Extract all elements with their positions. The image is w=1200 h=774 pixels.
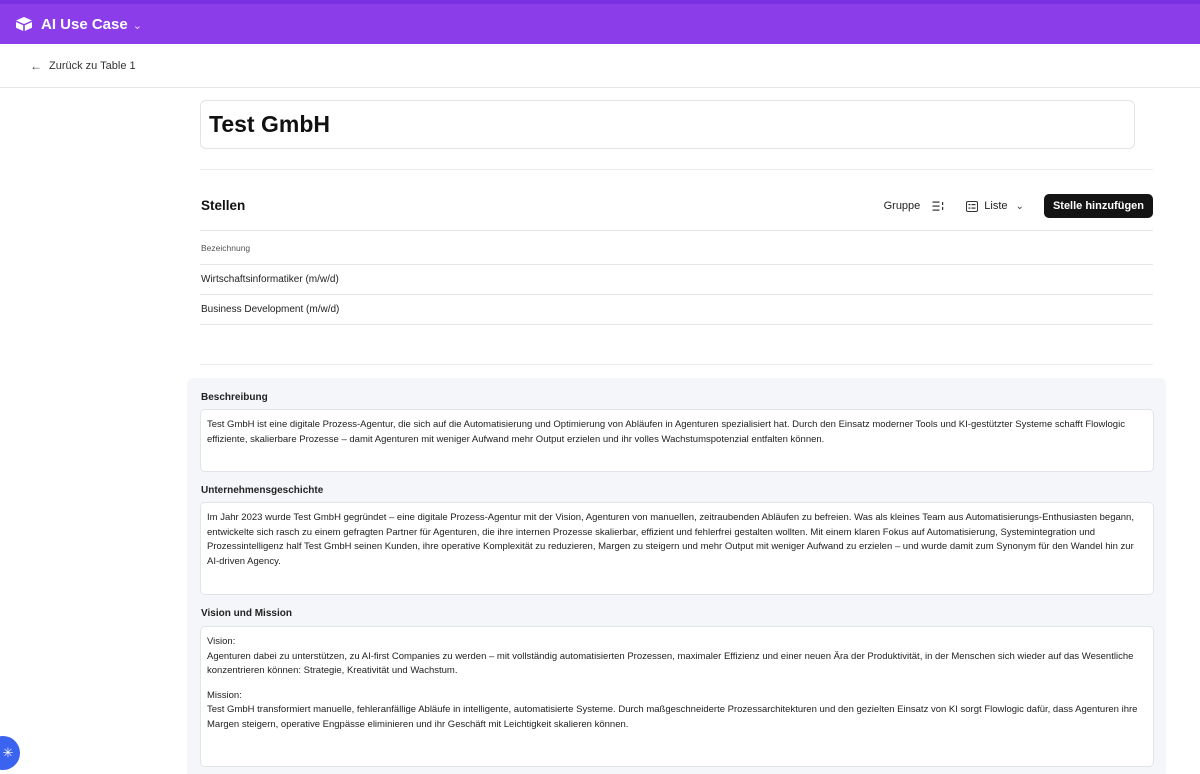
table-row[interactable]: Business Development (m/w/d) xyxy=(200,295,1153,325)
back-link-label: Zurück zu Table 1 xyxy=(49,59,136,72)
table-row[interactable]: Wirtschaftsinformatiker (m/w/d) xyxy=(200,265,1153,295)
vision-text: Agenturen dabei zu unterstützen, zu AI-f… xyxy=(207,650,1134,677)
sparkle-icon: ✳ xyxy=(2,745,14,760)
beschreibung-text: Test GmbH ist eine digitale Prozess-Agen… xyxy=(207,419,1125,445)
column-header-bezeichnung[interactable]: Bezeichnung xyxy=(200,230,1153,265)
unternehmensgeschichte-text: Im Jahr 2023 wurde Test GmbH gegründet –… xyxy=(207,512,1134,567)
subheader: ← Zurück zu Table 1 xyxy=(0,44,1200,88)
divider xyxy=(200,169,1153,170)
record-title-field[interactable]: Test GmbH xyxy=(200,100,1135,149)
view-selector[interactable]: Liste ⌄ xyxy=(966,200,1024,212)
record-title: Test GmbH xyxy=(209,111,330,137)
app-header: AI Use Case ⌄ xyxy=(0,0,1200,44)
vision-heading: Vision: xyxy=(207,636,236,647)
stellen-table: Bezeichnung Wirtschaftsinformatiker (m/w… xyxy=(200,230,1153,325)
beschreibung-field[interactable]: Test GmbH ist eine digitale Prozess-Agen… xyxy=(200,409,1154,472)
mission-text: Test GmbH transformiert manuelle, fehler… xyxy=(207,704,1138,730)
chevron-down-icon: ⌄ xyxy=(1015,200,1024,212)
divider xyxy=(200,364,1153,365)
unternehmensgeschichte-field[interactable]: Im Jahr 2023 wurde Test GmbH gegründet –… xyxy=(200,502,1154,595)
section-label-unternehmensgeschichte: Unternehmensgeschichte xyxy=(201,485,324,496)
section-label-vision-mission: Vision und Mission xyxy=(201,608,292,619)
group-button-label[interactable]: Gruppe xyxy=(884,200,921,212)
add-stelle-button[interactable]: Stelle hinzufügen xyxy=(1043,194,1153,218)
section-label-beschreibung: Beschreibung xyxy=(201,392,268,403)
stellen-toolbar: Gruppe Liste ⌄ Stelle hinzufügen xyxy=(884,194,1153,218)
section-title-stellen: Stellen xyxy=(201,198,246,213)
back-link[interactable]: ← Zurück zu Table 1 xyxy=(30,59,136,73)
chevron-down-icon[interactable]: ⌄ xyxy=(133,19,142,32)
view-selector-label: Liste xyxy=(984,200,1008,212)
vision-mission-field[interactable]: Vision: Agenturen dabei zu unterstützen,… xyxy=(200,626,1154,767)
list-view-icon xyxy=(966,200,979,212)
arrow-left-icon: ← xyxy=(30,58,42,73)
mission-heading: Mission: xyxy=(207,689,242,701)
box-icon xyxy=(14,14,34,34)
group-icon[interactable] xyxy=(932,201,944,212)
help-float-button[interactable]: ✳ xyxy=(0,736,20,770)
app-title[interactable]: AI Use Case xyxy=(41,16,128,33)
